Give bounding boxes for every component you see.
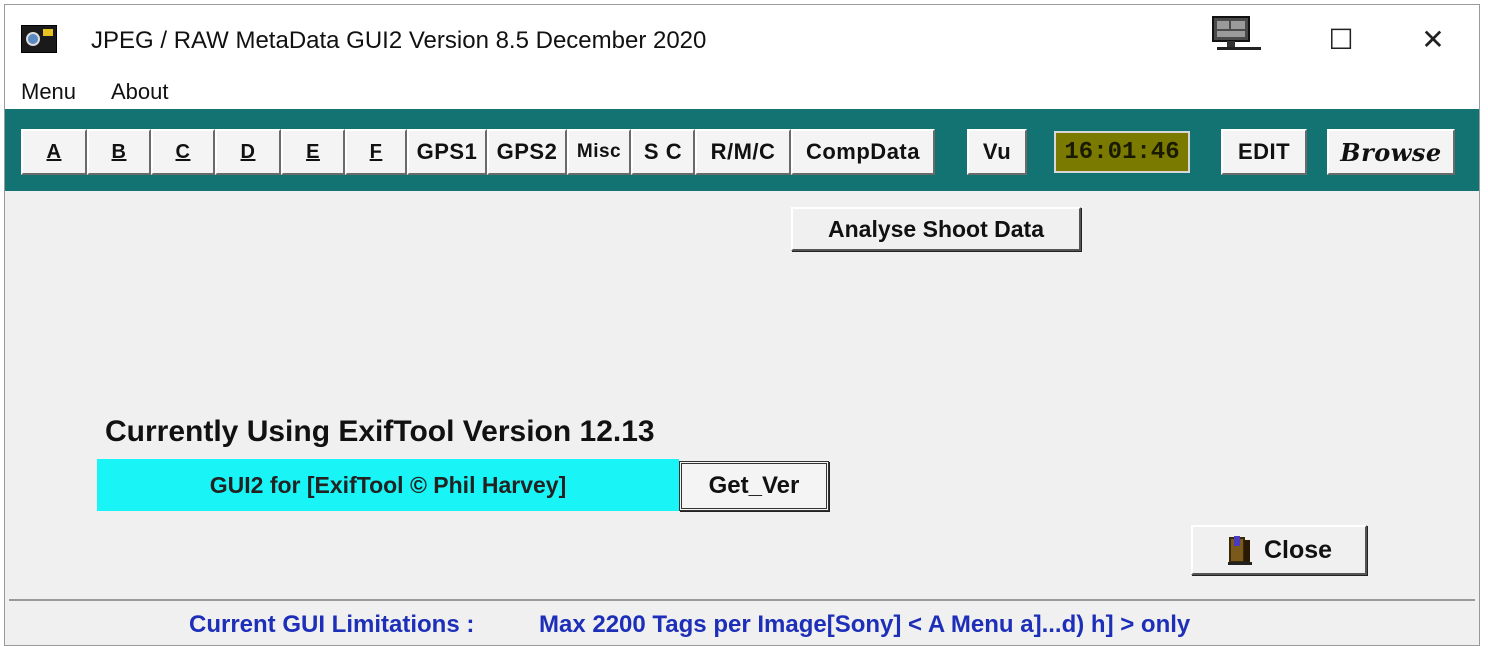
tab-e-button[interactable]: E	[281, 129, 345, 175]
gps2-button[interactable]: GPS2	[487, 129, 567, 175]
flash-shape	[43, 29, 53, 36]
close-window-button[interactable]: ✕	[1403, 17, 1463, 61]
edit-button[interactable]: EDIT	[1221, 129, 1307, 175]
tab-d-button[interactable]: D	[215, 129, 281, 175]
menu-item-menu[interactable]: Menu	[21, 79, 76, 105]
menu-item-about[interactable]: About	[111, 79, 169, 105]
rmc-button[interactable]: R/M/C	[695, 129, 791, 175]
exiftool-version-label: Currently Using ExifTool Version 12.13	[105, 415, 655, 448]
maximize-button[interactable]: ☐	[1311, 17, 1371, 61]
close-button-label: Close	[1263, 535, 1333, 564]
sc-button[interactable]: S C	[631, 129, 695, 175]
lens-shape	[26, 32, 40, 46]
title-bar: JPEG / RAW MetaData GUI2 Version 8.5 Dec…	[5, 5, 1479, 71]
tab-b-button[interactable]: B	[87, 129, 151, 175]
status-bar: Current GUI Limitations : Max 2200 Tags …	[9, 599, 1475, 645]
monitor-icon[interactable]	[1207, 15, 1263, 53]
tab-f-button[interactable]: F	[345, 129, 407, 175]
tab-a-button[interactable]: A	[21, 129, 87, 175]
tab-c-button[interactable]: C	[151, 129, 215, 175]
misc-button[interactable]: Misc	[567, 129, 631, 175]
vu-button[interactable]: Vu	[967, 129, 1027, 175]
gps1-button[interactable]: GPS1	[407, 129, 487, 175]
get-ver-button[interactable]: Get_Ver	[679, 461, 829, 511]
camera-app-icon	[21, 25, 57, 53]
window-title: JPEG / RAW MetaData GUI2 Version 8.5 Dec…	[91, 27, 707, 54]
menu-bar: Menu About	[5, 71, 1479, 109]
app-window: JPEG / RAW MetaData GUI2 Version 8.5 Dec…	[4, 4, 1480, 646]
compdata-button[interactable]: CompData	[791, 129, 935, 175]
status-message: Max 2200 Tags per Image[Sony] < A Menu a…	[539, 611, 1191, 638]
close-button[interactable]: Close	[1191, 525, 1367, 575]
analyse-shoot-data-button[interactable]: Analyse Shoot Data	[791, 207, 1081, 251]
toolbar: A B C D E F GPS1 GPS2 Misc S C R/M/C Com…	[5, 109, 1479, 191]
browse-button[interactable]: Browse	[1327, 129, 1455, 175]
door-exit-icon	[1227, 536, 1252, 565]
clock-display: 16:01:46	[1054, 131, 1190, 173]
gui-banner: GUI2 for [ExifTool © Phil Harvey]	[97, 459, 679, 511]
status-label: Current GUI Limitations :	[189, 611, 475, 638]
